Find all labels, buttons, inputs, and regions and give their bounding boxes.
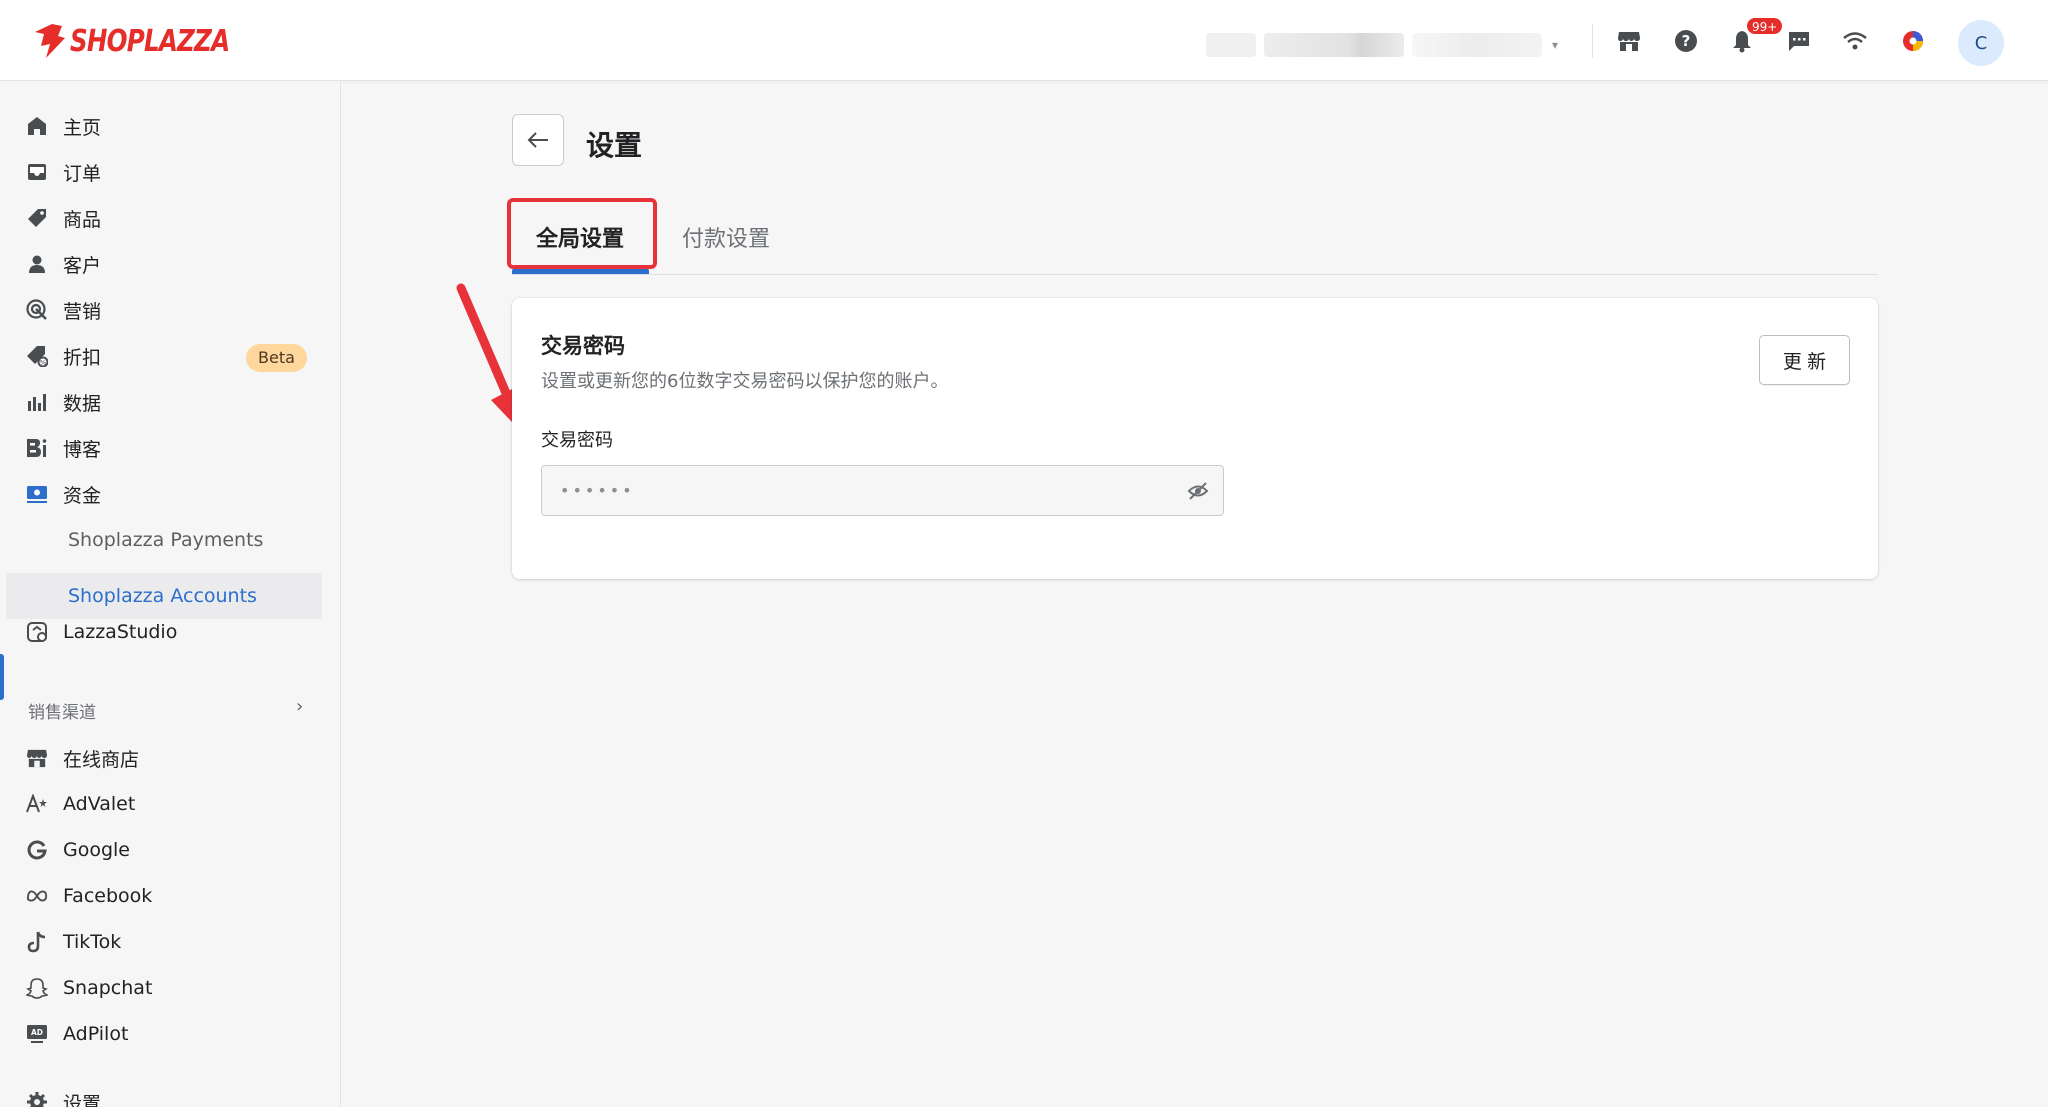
sidebar-item-label: 主页 (63, 116, 102, 139)
wifi-icon[interactable] (1840, 26, 1870, 56)
sales-channels-heading: 销售渠道 (28, 703, 96, 723)
sidebar-item-label: Snapchat (63, 977, 153, 999)
sidebar-item-label: 折扣 (63, 346, 102, 369)
sidebar-item-finance[interactable]: 资金 (0, 471, 341, 517)
transaction-password-card: 交易密码 设置或更新您的6位数字交易密码以保护您的账户。 更 新 交易密码 ••… (512, 298, 1878, 579)
discount-icon: % (26, 345, 48, 367)
sidebar-item-shoplazza-payments[interactable]: Shoplazza Payments (0, 517, 341, 563)
card-description: 设置或更新您的6位数字交易密码以保护您的账户。 (541, 371, 949, 392)
tab-global-settings[interactable]: 全局设置 (536, 221, 624, 253)
snapchat-icon (26, 977, 48, 999)
card-title: 交易密码 (541, 334, 625, 358)
bar-chart-icon (26, 391, 48, 413)
transaction-password-input[interactable]: •••••• (541, 465, 1224, 516)
sidebar-item-label: Google (63, 839, 131, 861)
sidebar-item-facebook[interactable]: Facebook (0, 873, 341, 919)
sidebar-item-online-store[interactable]: 在线商店 (0, 735, 341, 781)
adpilot-icon: AD (26, 1023, 48, 1045)
active-tab-indicator (512, 268, 649, 274)
sidebar-item-label: TikTok (63, 931, 122, 953)
shoplazza-logo[interactable]: SHOPLAZZA (32, 22, 264, 60)
back-button[interactable] (512, 114, 564, 166)
user-avatar[interactable]: C (1958, 20, 2004, 66)
home-icon (26, 115, 48, 137)
sidebar-item-products[interactable]: 商品 (0, 195, 341, 241)
chat-icon[interactable] (1784, 26, 1814, 56)
sidebar-item-label: 资金 (63, 484, 102, 507)
sidebar-item-advalet[interactable]: AdValet (0, 781, 341, 827)
help-icon[interactable]: ? (1671, 26, 1701, 56)
password-value: •••••• (560, 481, 635, 500)
active-indicator (0, 654, 4, 700)
arrow-left-icon (527, 132, 548, 148)
sidebar-item-lazzastudio[interactable]: LazzaStudio (0, 609, 341, 655)
settings-tabs: 全局设置 付款设置 (512, 197, 1878, 275)
sidebar-item-adpilot[interactable]: AD AdPilot (0, 1011, 341, 1057)
password-field-label: 交易密码 (541, 430, 613, 451)
google-icon (26, 839, 48, 861)
beta-badge: Beta (246, 344, 307, 372)
sidebar-item-settings[interactable]: 设置 (0, 1079, 341, 1107)
sidebar-item-customers[interactable]: 客户 (0, 241, 341, 287)
eye-off-icon[interactable] (1187, 480, 1209, 502)
sidebar-item-label: 订单 (63, 162, 102, 185)
app-logo-icon[interactable] (1898, 26, 1928, 56)
money-icon (26, 483, 48, 505)
sidebar-item-label: 设置 (63, 1092, 102, 1107)
sidebar-item-tiktok[interactable]: TikTok (0, 919, 341, 965)
sidebar-item-label: AdPilot (63, 1023, 129, 1045)
logo-mark-icon (35, 24, 65, 58)
sidebar-item-label: LazzaStudio (63, 621, 178, 643)
sidebar-item-label: Facebook (63, 885, 153, 907)
sidebar-item-label: Shoplazza Payments (68, 529, 264, 551)
brand-name: SHOPLAZZA (70, 23, 230, 59)
sidebar: 主页 订单 商品 客户 营销 % 折扣 Beta 数据 博客 资金 Shopla… (0, 81, 341, 1107)
sidebar-item-label: 数据 (63, 392, 102, 415)
sidebar-item-label: 博客 (63, 438, 102, 461)
sidebar-item-label: 在线商店 (63, 748, 140, 771)
top-bar: SHOPLAZZA ▾ ? 99+ C (0, 0, 2048, 81)
sidebar-item-snapchat[interactable]: Snapchat (0, 965, 341, 1011)
sidebar-item-analytics[interactable]: 数据 (0, 379, 341, 425)
svg-text:AD: AD (31, 1028, 43, 1037)
tag-icon (26, 207, 48, 229)
sidebar-item-label: 客户 (63, 254, 102, 277)
target-icon (26, 299, 48, 321)
caret-down-icon: ▾ (1552, 38, 1559, 52)
store-name-redacted (1412, 33, 1542, 57)
update-button[interactable]: 更 新 (1759, 335, 1850, 385)
sidebar-item-label: 商品 (63, 208, 102, 231)
sidebar-item-orders[interactable]: 订单 (0, 149, 341, 195)
sidebar-item-discounts[interactable]: % 折扣 Beta (0, 333, 341, 379)
sidebar-item-label: Shoplazza Accounts (68, 585, 257, 607)
person-icon (26, 253, 48, 275)
blog-icon (26, 437, 48, 459)
divider (1592, 24, 1593, 58)
meta-icon (26, 885, 48, 907)
svg-text:?: ? (1682, 32, 1691, 50)
studio-icon (26, 621, 48, 643)
chevron-right-icon[interactable]: › (296, 696, 303, 717)
inbox-icon (26, 161, 48, 183)
sidebar-item-google[interactable]: Google (0, 827, 341, 873)
notification-count-badge: 99+ (1746, 17, 1784, 35)
sidebar-item-home[interactable]: 主页 (0, 103, 341, 149)
tiktok-icon (26, 931, 48, 953)
page-title: 设置 (586, 129, 643, 162)
sidebar-item-label: AdValet (63, 793, 136, 815)
store-selector[interactable]: ▾ (1206, 30, 1570, 60)
sidebar-item-blog[interactable]: 博客 (0, 425, 341, 471)
sidebar-item-label: 营销 (63, 300, 102, 323)
sidebar-item-marketing[interactable]: 营销 (0, 287, 341, 333)
gear-icon (26, 1091, 48, 1107)
store-name-redacted (1264, 33, 1404, 57)
store-name-redacted (1206, 33, 1256, 57)
store-icon[interactable] (1614, 26, 1644, 56)
tab-payment-settings[interactable]: 付款设置 (682, 221, 770, 253)
advalet-icon (26, 793, 48, 815)
svg-text:%: % (40, 359, 47, 367)
store-icon (26, 747, 48, 769)
